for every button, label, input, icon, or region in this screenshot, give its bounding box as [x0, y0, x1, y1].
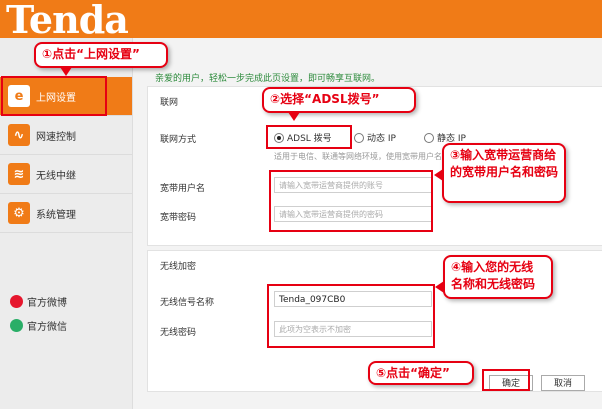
step5-callout: ⑤点击“确定”: [368, 361, 474, 385]
wifi-signal-icon: ≋: [8, 163, 30, 185]
sidebar-item-speed-control[interactable]: ∿ 网速控制: [0, 116, 132, 155]
highlight-internet-settings: [1, 76, 107, 116]
method-label: 联网方式: [160, 135, 197, 145]
radio-dynamic-ip[interactable]: 动态 IP: [354, 131, 396, 144]
step1-callout: ①点击“上网设置”: [34, 42, 168, 76]
step3-callout: ③输入宽带运营商给的宽带用户名和密码: [434, 143, 566, 203]
ssid-label: 无线信号名称: [160, 298, 215, 308]
step2-callout: ②选择“ADSL拨号”: [262, 87, 416, 121]
wechat-label: 官方微信: [27, 322, 67, 333]
weibo-icon: [10, 295, 23, 308]
wechat-link[interactable]: 官方微信: [10, 318, 67, 333]
sidebar-item-label: 系统管理: [36, 209, 76, 221]
gear-icon: ⚙: [8, 202, 30, 224]
highlight-adsl-option: [266, 125, 352, 149]
sidebar-item-system-management[interactable]: ⚙ 系统管理: [0, 194, 132, 233]
sidebar-item-label: 网速控制: [36, 131, 76, 143]
step4-callout: ④输入您的无线名称和无线密码: [435, 255, 553, 299]
radio-dot: [424, 132, 434, 143]
username-label: 宽带用户名: [160, 184, 206, 194]
radio-label: 动态 IP: [367, 134, 396, 144]
cancel-button[interactable]: 取消: [541, 375, 585, 391]
weibo-link[interactable]: 官方微博: [10, 294, 67, 309]
sidebar-item-wireless-repeater[interactable]: ≋ 无线中继: [0, 155, 132, 194]
intro-text: 亲爱的用户，轻松一步完成此页设置，即可畅享互联网。: [155, 74, 381, 84]
wireless-section-title: 无线加密: [160, 262, 197, 272]
password-label: 宽带密码: [160, 213, 197, 223]
tenda-logo: Tenda: [6, 0, 129, 42]
highlight-wireless-inputs: [267, 284, 435, 348]
sidebar-item-label: 无线中继: [36, 170, 76, 182]
radio-dot: [354, 132, 364, 143]
wireless-password-label: 无线密码: [160, 328, 197, 338]
highlight-broadband-inputs: [269, 170, 433, 232]
highlight-ok-button: [482, 369, 530, 391]
weibo-label: 官方微博: [27, 298, 67, 309]
internet-section-title: 联网: [160, 98, 179, 108]
speed-wave-icon: ∿: [8, 124, 30, 146]
top-header: Tenda: [0, 0, 602, 42]
wechat-icon: [10, 319, 23, 332]
